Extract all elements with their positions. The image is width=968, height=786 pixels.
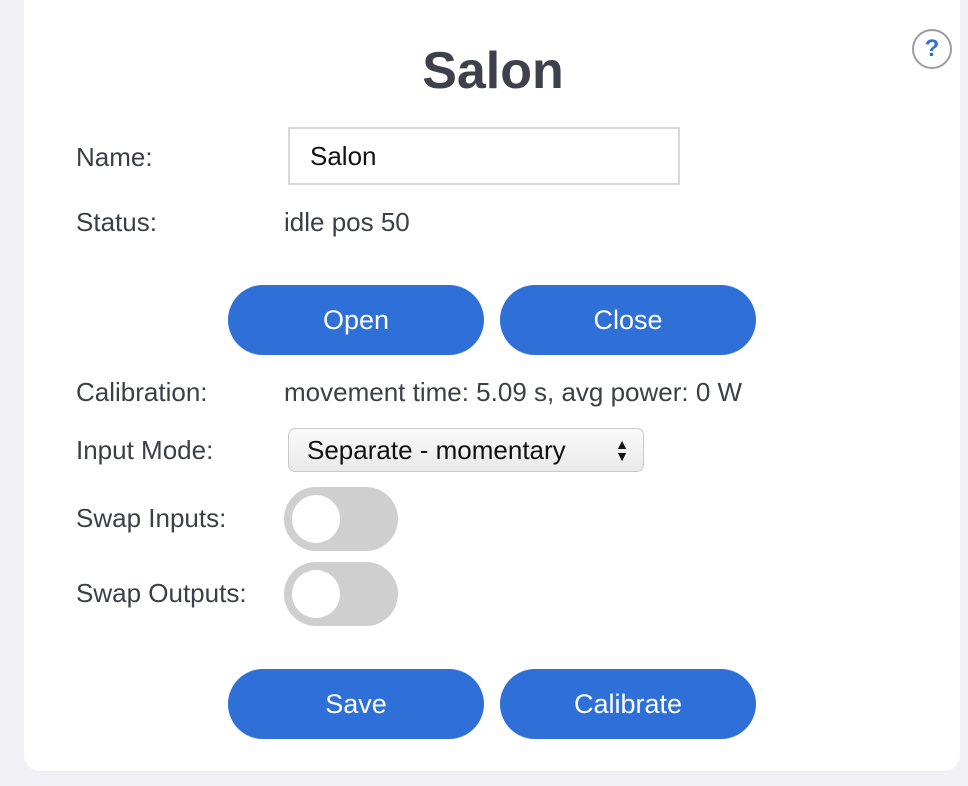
page-title: Salon	[422, 42, 564, 100]
swap-outputs-toggle[interactable]	[284, 562, 398, 626]
calibration-label: Calibration:	[76, 377, 208, 407]
input-mode-selected: Separate - momentary	[307, 434, 566, 465]
swap-inputs-label: Swap Inputs:	[76, 503, 227, 533]
name-label: Name:	[76, 142, 153, 172]
toggle-knob	[292, 570, 340, 618]
calibration-value: movement time: 5.09 s, avg power: 0 W	[284, 377, 743, 407]
swap-inputs-toggle[interactable]	[284, 487, 398, 551]
select-arrows-icon: ▲ ▼	[615, 436, 629, 464]
status-value: idle pos 50	[284, 207, 410, 237]
save-button[interactable]: Save	[228, 669, 484, 739]
input-mode-select[interactable]: Separate - momentary ▲ ▼	[288, 428, 644, 472]
open-button[interactable]: Open	[228, 285, 484, 355]
close-button[interactable]: Close	[500, 285, 756, 355]
swap-outputs-label: Swap Outputs:	[76, 578, 247, 608]
device-settings-card: ? Salon Name: Status: idle pos 50 Open C…	[24, 0, 960, 771]
name-input[interactable]	[288, 127, 680, 185]
calibrate-button[interactable]: Calibrate	[500, 669, 756, 739]
toggle-knob	[292, 495, 340, 543]
status-label: Status:	[76, 207, 157, 237]
input-mode-label: Input Mode:	[76, 435, 214, 465]
